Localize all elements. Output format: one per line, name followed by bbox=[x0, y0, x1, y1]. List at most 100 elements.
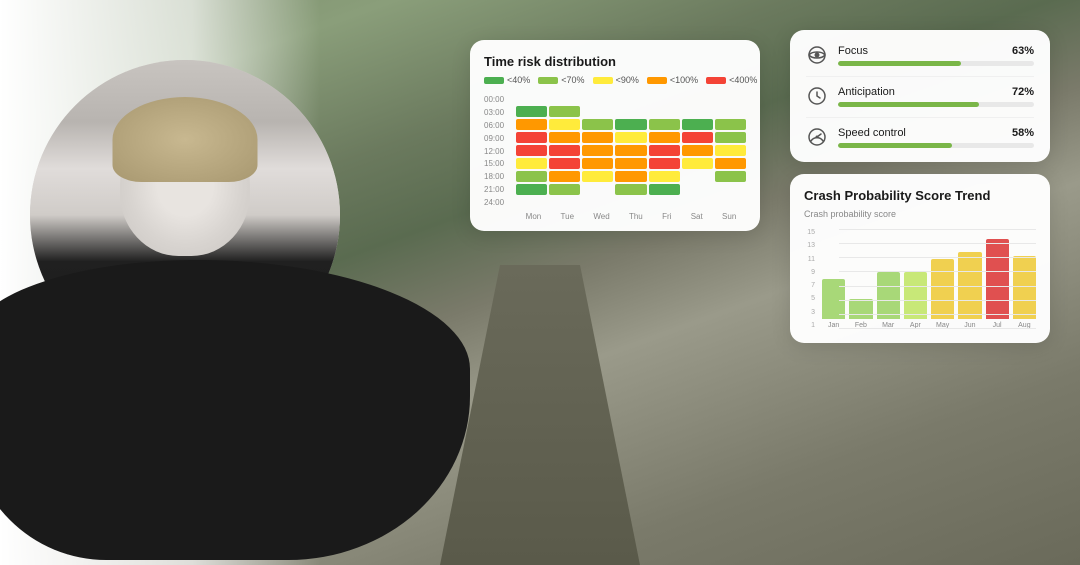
metric-name: Anticipation bbox=[838, 86, 895, 98]
bar-label: Jun bbox=[964, 322, 975, 329]
heatmap-row bbox=[516, 184, 746, 195]
metric-bar-bg bbox=[838, 102, 1034, 107]
eye-icon bbox=[806, 44, 828, 66]
heatmap-cell bbox=[582, 184, 613, 195]
heatmap-cell bbox=[615, 197, 646, 208]
y-axis-label: 15 bbox=[804, 229, 815, 236]
heatmap-cell bbox=[682, 106, 713, 117]
legend-label: <70% bbox=[561, 75, 584, 85]
metric-value: 72% bbox=[1012, 86, 1034, 98]
heatmap-cell bbox=[615, 184, 646, 195]
metric-label-row: Speed control 58% bbox=[838, 127, 1034, 139]
heatmap-cell bbox=[649, 184, 680, 195]
avatar-container bbox=[30, 40, 370, 530]
time-label: 00:00 bbox=[484, 95, 512, 104]
heatmap-cell bbox=[615, 145, 646, 156]
heatmap-cell bbox=[516, 158, 547, 169]
heatmap-cell bbox=[682, 158, 713, 169]
heatmap-cell bbox=[582, 145, 613, 156]
y-axis-label: 7 bbox=[804, 282, 815, 289]
day-label: Thu bbox=[629, 212, 643, 221]
metric-divider bbox=[806, 76, 1034, 77]
heatmap-cell bbox=[549, 184, 580, 195]
metric-info: Focus 63% bbox=[838, 45, 1034, 66]
metric-value: 58% bbox=[1012, 127, 1034, 139]
metric-info: Anticipation 72% bbox=[838, 86, 1034, 107]
legend-color bbox=[538, 77, 558, 84]
heatmap-cell bbox=[682, 171, 713, 182]
heatmap-rows bbox=[516, 93, 746, 208]
y-axis-label: 5 bbox=[804, 295, 815, 302]
heatmap-panel: Time risk distribution <40% <70% <90% <100%… bbox=[470, 40, 760, 231]
day-label: Sat bbox=[691, 212, 703, 221]
metric-info: Speed control 58% bbox=[838, 127, 1034, 148]
legend-color bbox=[484, 77, 504, 84]
bar-y-axis: 15131197531 bbox=[804, 229, 818, 329]
bar-column: Feb bbox=[849, 299, 872, 329]
heatmap-cell bbox=[615, 93, 646, 104]
heatmap-cell bbox=[649, 158, 680, 169]
heatmap-cell bbox=[649, 197, 680, 208]
heatmap-cell bbox=[649, 119, 680, 130]
day-label: Sun bbox=[722, 212, 736, 221]
legend-label: <40% bbox=[507, 75, 530, 85]
legend-item: <400% bbox=[706, 75, 757, 85]
bar-label: Mar bbox=[882, 322, 894, 329]
bar-column: Jan bbox=[822, 279, 845, 329]
metric-value: 63% bbox=[1012, 45, 1034, 57]
bar-rect bbox=[877, 272, 900, 319]
heatmap-cell bbox=[549, 119, 580, 130]
heatmap-cell bbox=[516, 171, 547, 182]
day-label: Fri bbox=[662, 212, 671, 221]
bar-column: Mar bbox=[877, 272, 900, 329]
heatmap-cell bbox=[715, 145, 746, 156]
bar-label: Feb bbox=[855, 322, 867, 329]
crash-card: Crash Probability Score Trend Crash prob… bbox=[790, 174, 1050, 343]
heatmap-cell bbox=[549, 145, 580, 156]
heatmap-cell bbox=[549, 132, 580, 143]
heatmap-time-labels: 00:0003:0006:0009:0012:0015:0018:0021:00… bbox=[484, 93, 512, 221]
legend-label: <100% bbox=[670, 75, 698, 85]
metric-name: Focus bbox=[838, 45, 868, 57]
heatmap-row bbox=[516, 132, 746, 143]
heatmap-cell bbox=[615, 171, 646, 182]
heatmap-cell bbox=[516, 132, 547, 143]
bar-column: Jul bbox=[986, 239, 1009, 329]
time-label: 09:00 bbox=[484, 134, 512, 143]
heatmap-cell bbox=[549, 171, 580, 182]
heatmap-cell bbox=[649, 145, 680, 156]
heatmap-cell bbox=[582, 171, 613, 182]
metric-row: Anticipation 72% bbox=[806, 85, 1034, 107]
heatmap-cell bbox=[582, 132, 613, 143]
heatmap-cell bbox=[615, 106, 646, 117]
bar-label: Jan bbox=[828, 322, 839, 329]
heatmap-row bbox=[516, 119, 746, 130]
heatmap-cell bbox=[715, 132, 746, 143]
bar-rect bbox=[958, 252, 981, 319]
crash-card-subtitle: Crash probability score bbox=[804, 209, 1036, 219]
heatmap-cell bbox=[549, 106, 580, 117]
bar-chart-area-wrapper: JanFebMarAprMayJunJulAug bbox=[822, 229, 1036, 329]
heatmap-cell bbox=[582, 106, 613, 117]
metrics-card: Focus 63% Anticipation 72% Speed control 58… bbox=[790, 30, 1050, 162]
heatmap-cell bbox=[649, 132, 680, 143]
heatmap-cell bbox=[715, 158, 746, 169]
legend-color bbox=[706, 77, 726, 84]
metric-name: Speed control bbox=[838, 127, 906, 139]
bar-rect bbox=[849, 299, 872, 319]
heatmap-title: Time risk distribution bbox=[484, 54, 746, 69]
heatmap-day-labels: MonTueWedThuFriSatSun bbox=[516, 212, 746, 221]
bar-column: Jun bbox=[958, 252, 981, 329]
metric-row: Focus 63% bbox=[806, 44, 1034, 66]
legend-label: <90% bbox=[616, 75, 639, 85]
bar-label: Aug bbox=[1018, 322, 1030, 329]
time-label: 06:00 bbox=[484, 121, 512, 130]
heatmap-cell bbox=[715, 197, 746, 208]
bar-chart-area: JanFebMarAprMayJunJulAug bbox=[822, 229, 1036, 329]
crash-card-title: Crash Probability Score Trend bbox=[804, 188, 1036, 203]
heatmap-cell bbox=[682, 184, 713, 195]
bar-rect bbox=[1013, 256, 1036, 319]
legend-item: <100% bbox=[647, 75, 698, 85]
clock-icon bbox=[806, 85, 828, 107]
metric-bar-fill bbox=[838, 61, 961, 66]
